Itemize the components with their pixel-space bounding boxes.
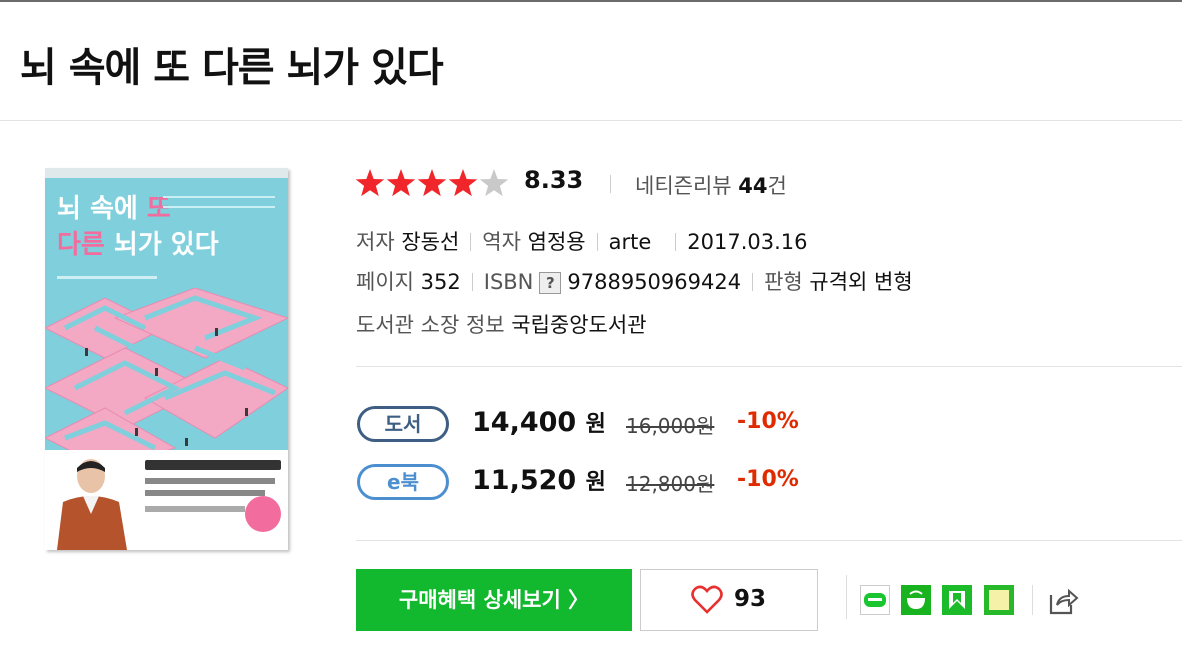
cover-maze-illustration — [45, 288, 288, 468]
ebook-discount: -10% — [737, 467, 799, 492]
ebook-original-price: 12,800원 — [626, 472, 715, 496]
cover-title-line-1: 뇌 속에 또 — [57, 194, 171, 224]
book-price: 14,400 원 — [472, 406, 606, 438]
divider — [596, 233, 598, 251]
title-divider — [0, 120, 1182, 121]
library-link[interactable]: 국립중앙도서관 — [511, 313, 646, 337]
book-detail-row-2: 페이지 352 ISBN? 9788950969424 판형 규격외 변형 — [356, 266, 913, 296]
divider — [470, 233, 472, 251]
book-cover-image[interactable]: 뇌 속에 또 다른 뇌가 있다 — [45, 168, 288, 550]
page-count: 352 — [420, 270, 461, 294]
divider — [471, 273, 473, 291]
format-label: 판형 — [764, 270, 803, 294]
cover-subtitle — [163, 196, 275, 208]
divider — [1032, 585, 1033, 615]
cover-promo-line — [145, 506, 245, 512]
like-button[interactable]: 93 — [640, 569, 818, 631]
book-detail-row-1: 저자 장동선 역자 염정용 arte 2017.03.16 — [356, 226, 808, 256]
top-border — [0, 0, 1182, 2]
translator-label: 역자 — [482, 230, 521, 254]
author-name[interactable]: 장동선 — [401, 230, 459, 254]
pages-label: 페이지 — [356, 270, 414, 294]
book-discount: -10% — [737, 409, 799, 434]
book-type-badge[interactable]: 도서 — [357, 406, 449, 442]
divider — [675, 233, 677, 251]
cover-promo-text — [145, 460, 281, 470]
star-filled-icon — [417, 169, 447, 197]
book-price-unit: 원 — [585, 412, 606, 437]
memo-icon[interactable] — [984, 585, 1014, 615]
book-original-price: 16,000원 — [626, 414, 715, 438]
like-count: 93 — [734, 586, 767, 612]
ebook-price-unit: 원 — [585, 470, 606, 495]
details-divider — [356, 366, 1182, 367]
bookmark-icon[interactable] — [942, 585, 972, 615]
share-icon[interactable] — [1047, 585, 1079, 615]
book-price-value: 14,400 — [472, 407, 577, 438]
purchase-benefits-button[interactable]: 구매혜택 상세보기 〉 — [356, 569, 632, 631]
author-label: 저자 — [356, 230, 395, 254]
divider — [752, 273, 754, 291]
divider — [610, 175, 611, 193]
divider — [846, 575, 847, 619]
cover-promo-line — [145, 490, 265, 496]
review-summary[interactable]: 네티즌리뷰 44건 — [635, 170, 787, 200]
cover-promo-line — [145, 478, 275, 484]
cover-top-band — [45, 168, 288, 178]
price-divider — [356, 540, 1182, 541]
rating-score: 8.33 — [524, 166, 584, 194]
cover-author-line — [57, 276, 157, 279]
isbn-value: 9788950969424 — [567, 270, 742, 294]
publisher-name[interactable]: arte — [609, 230, 652, 254]
ebook-price-value: 11,520 — [472, 465, 577, 496]
library-label: 도서관 소장 정보 — [356, 313, 505, 337]
author-photo — [57, 459, 127, 550]
rating-stars — [356, 169, 509, 197]
cover-bestseller-badge — [245, 496, 281, 532]
star-empty-icon — [479, 169, 509, 197]
publish-date: 2017.03.16 — [687, 230, 808, 254]
heart-icon — [691, 585, 723, 614]
star-filled-icon — [448, 169, 478, 197]
isbn-help-icon[interactable]: ? — [539, 272, 562, 294]
star-filled-icon — [356, 169, 385, 197]
blog-icon[interactable] — [860, 585, 890, 615]
ebook-price: 11,520 원 — [472, 464, 606, 496]
ebook-type-badge[interactable]: e북 — [357, 464, 449, 500]
translator-name[interactable]: 염정용 — [528, 230, 586, 254]
star-filled-icon — [386, 169, 416, 197]
book-detail-row-3: 도서관 소장 정보 국립중앙도서관 — [356, 309, 647, 339]
cover-title-line-2: 다른 뇌가 있다 — [57, 230, 219, 260]
review-unit: 건 — [767, 174, 787, 198]
review-count: 44 — [738, 174, 768, 198]
page-title: 뇌 속에 또 다른 뇌가 있다 — [20, 45, 444, 91]
format-value: 규격외 변형 — [809, 270, 913, 294]
cafe-icon[interactable] — [901, 585, 931, 615]
review-label: 네티즌리뷰 — [635, 174, 732, 198]
isbn-label: ISBN — [483, 270, 534, 294]
